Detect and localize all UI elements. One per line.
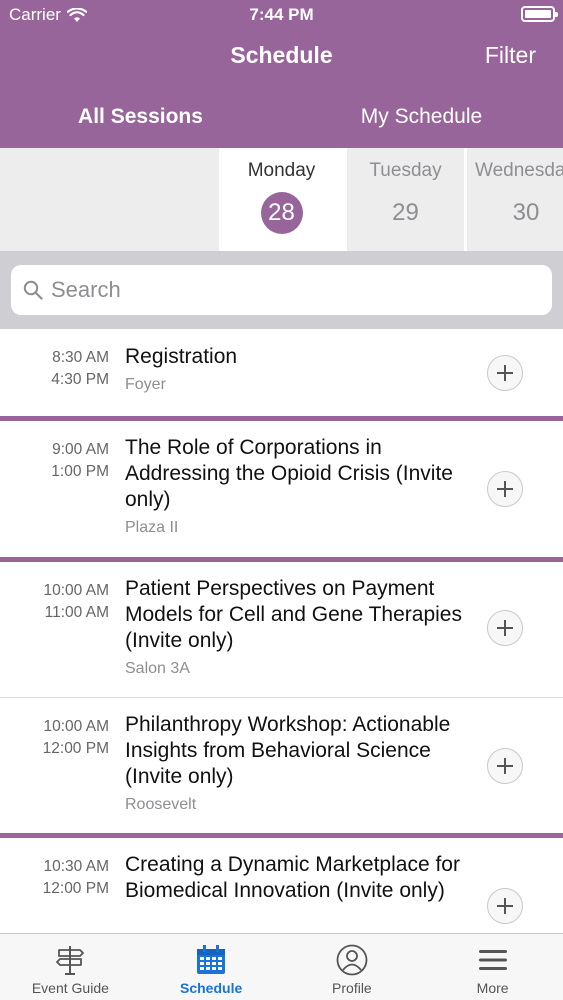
battery-icon xyxy=(521,6,558,22)
search-bar xyxy=(0,251,563,329)
day-number: 30 xyxy=(512,199,540,226)
session-item[interactable]: 10:00 AM 12:00 PM Philanthropy Workshop:… xyxy=(0,698,563,833)
session-end-time: 12:00 PM xyxy=(42,880,109,897)
day-wednesday[interactable]: Wednesda 30 xyxy=(467,148,563,251)
session-item[interactable]: 8:30 AM 4:30 PM Registration Foyer xyxy=(0,329,563,416)
session-start-time: 8:30 AM xyxy=(52,349,109,366)
header: Carrier 7:44 PM Schedule Filter All Sess… xyxy=(0,0,563,148)
add-to-schedule-button[interactable] xyxy=(487,748,523,784)
session-times: 10:00 AM 12:00 PM xyxy=(0,716,109,760)
tab-event-guide[interactable]: Event Guide xyxy=(0,934,141,1000)
search-box[interactable] xyxy=(11,265,552,315)
day-selector: Monday 28 Tuesday 29 Wednesda 30 xyxy=(0,148,563,251)
session-location: Salon 3A xyxy=(125,660,190,677)
add-to-schedule-button[interactable] xyxy=(487,355,523,391)
session-location: Foyer xyxy=(125,376,166,393)
day-name: Tuesday xyxy=(369,160,442,181)
day-number: 28 xyxy=(260,192,303,234)
status-bar: Carrier 7:44 PM xyxy=(0,0,563,30)
session-times: 10:00 AM 11:00 AM xyxy=(0,580,110,624)
session-end-time: 11:00 AM xyxy=(44,604,109,621)
tab-my-schedule[interactable]: My Schedule xyxy=(281,92,562,148)
session-start-time: 9:00 AM xyxy=(52,441,109,458)
session-times: 9:00 AM 1:00 PM xyxy=(0,439,109,483)
add-to-schedule-button[interactable] xyxy=(487,610,523,646)
day-monday[interactable]: Monday 28 xyxy=(219,148,344,251)
session-info: Registration Foyer xyxy=(125,344,465,394)
day-name: Wednesda xyxy=(475,160,563,181)
session-location: Plaza II xyxy=(125,519,179,536)
day-number: 29 xyxy=(392,199,419,226)
session-item[interactable]: 10:30 AM 12:00 PM Creating a Dynamic Mar… xyxy=(0,838,563,933)
session-start-time: 10:00 AM xyxy=(43,582,110,599)
session-title: Creating a Dynamic Marketplace for Biome… xyxy=(125,853,460,902)
session-location: Roosevelt xyxy=(125,796,197,813)
status-time: 7:44 PM xyxy=(249,5,314,24)
session-end-time: 12:00 PM xyxy=(42,740,109,757)
session-end-time: 1:00 PM xyxy=(51,463,109,480)
tab-label: Profile xyxy=(332,980,372,996)
session-item[interactable]: 10:00 AM 11:00 AM Patient Perspectives o… xyxy=(0,562,563,697)
session-tabs: All Sessions My Schedule xyxy=(0,92,563,148)
filter-button[interactable]: Filter xyxy=(485,42,536,69)
signpost-icon xyxy=(56,946,85,975)
session-title: Patient Perspectives on Payment Models f… xyxy=(125,577,462,652)
session-info: The Role of Corporations in Addressing t… xyxy=(125,435,465,537)
search-icon xyxy=(23,280,43,300)
tab-label: Event Guide xyxy=(31,980,109,996)
tab-all-sessions[interactable]: All Sessions xyxy=(0,92,281,148)
session-info: Patient Perspectives on Payment Models f… xyxy=(125,576,465,678)
session-times: 8:30 AM 4:30 PM xyxy=(0,347,109,391)
tab-label: Schedule xyxy=(180,980,243,996)
session-info: Philanthropy Workshop: Actionable Insigh… xyxy=(125,712,465,814)
session-start-time: 10:30 AM xyxy=(43,858,110,875)
tab-bar: Event Guide Schedule Profile More xyxy=(0,933,563,1000)
add-to-schedule-button[interactable] xyxy=(487,471,523,507)
add-to-schedule-button[interactable] xyxy=(487,888,523,924)
calendar-icon xyxy=(197,945,226,974)
session-title: Registration xyxy=(125,345,238,368)
page-title: Schedule xyxy=(230,42,333,68)
session-info: Creating a Dynamic Marketplace for Biome… xyxy=(125,852,465,910)
session-list: 8:30 AM 4:30 PM Registration Foyer 9:00 … xyxy=(0,329,563,933)
tab-label: More xyxy=(476,980,509,996)
day-tuesday[interactable]: Tuesday 29 xyxy=(347,148,464,251)
profile-icon xyxy=(336,944,368,976)
tab-profile[interactable]: Profile xyxy=(282,934,423,1000)
tab-schedule[interactable]: Schedule xyxy=(141,934,282,1000)
menu-icon xyxy=(478,950,507,970)
session-title: The Role of Corporations in Addressing t… xyxy=(125,436,453,511)
tab-more[interactable]: More xyxy=(422,934,563,1000)
session-start-time: 10:00 AM xyxy=(43,718,110,735)
session-end-time: 4:30 PM xyxy=(51,371,109,388)
session-item[interactable]: 9:00 AM 1:00 PM The Role of Corporations… xyxy=(0,421,563,557)
session-title: Philanthropy Workshop: Actionable Insigh… xyxy=(125,713,451,788)
session-times: 10:30 AM 12:00 PM xyxy=(0,856,109,900)
day-name: Monday xyxy=(247,160,316,181)
search-input[interactable] xyxy=(51,277,531,303)
